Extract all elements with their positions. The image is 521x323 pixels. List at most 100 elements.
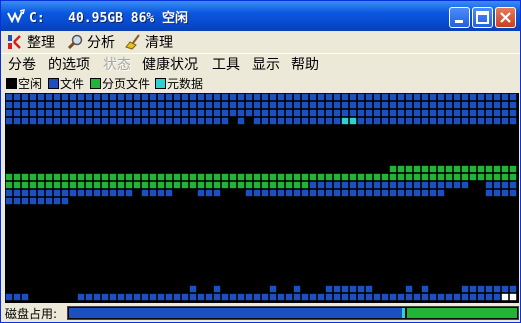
cluster-block — [429, 101, 437, 109]
defrag-button[interactable]: 整理 — [7, 32, 55, 52]
close-button[interactable] — [495, 7, 516, 28]
cluster-block — [93, 293, 101, 301]
pagefile-block — [445, 173, 453, 181]
cluster-block — [197, 117, 205, 125]
cluster-block — [437, 189, 445, 197]
cluster-block — [341, 189, 349, 197]
title-bar[interactable]: C: 40.95GB 86% 空闲 — [1, 1, 520, 31]
cluster-block — [61, 197, 69, 205]
cluster-block — [189, 117, 197, 125]
pagefile-block — [365, 173, 373, 181]
menu-tools[interactable]: 工具 — [212, 54, 240, 74]
menu-health[interactable]: 健康状况 — [142, 54, 198, 74]
pagefile-block — [413, 165, 421, 173]
pagefile-block — [173, 181, 181, 189]
pagefile-block — [381, 173, 389, 181]
cluster-block — [325, 285, 333, 293]
cluster-block — [421, 285, 429, 293]
cluster-block — [461, 93, 469, 101]
cluster-block — [445, 101, 453, 109]
cluster-block — [413, 181, 421, 189]
cluster-block — [157, 189, 165, 197]
pagefile-swatch — [90, 78, 101, 89]
cluster-block — [269, 93, 277, 101]
cluster-block — [85, 117, 93, 125]
clean-button[interactable]: 清理 — [125, 32, 173, 52]
cluster-block — [389, 93, 397, 101]
toolbar: 整理 分析 清理 — [1, 31, 520, 53]
cluster-block — [53, 109, 61, 117]
cluster-block — [365, 285, 373, 293]
cluster-block — [501, 109, 509, 117]
cluster-block — [69, 117, 77, 125]
cluster-block — [405, 93, 413, 101]
cluster-block — [429, 189, 437, 197]
cluster-block — [221, 93, 229, 101]
cluster-block — [333, 117, 341, 125]
cluster-block — [365, 293, 373, 301]
menu-options[interactable]: 的选项 — [48, 54, 90, 74]
cluster-block — [429, 293, 437, 301]
menu-help[interactable]: 帮助 — [291, 54, 319, 74]
cluster-block — [13, 101, 21, 109]
cluster-block — [405, 181, 413, 189]
cluster-block — [181, 109, 189, 117]
pagefile-block — [29, 173, 37, 181]
cluster-block — [213, 293, 221, 301]
cluster-block — [21, 101, 29, 109]
pagefile-block — [229, 173, 237, 181]
pagefile-block — [61, 181, 69, 189]
cluster-block — [437, 109, 445, 117]
cluster-block — [53, 93, 61, 101]
cluster-block — [397, 117, 405, 125]
cluster-block — [341, 109, 349, 117]
maximize-button[interactable] — [472, 7, 493, 28]
cluster-block — [29, 109, 37, 117]
minimize-button[interactable] — [449, 7, 470, 28]
cluster-block — [429, 117, 437, 125]
cluster-block — [269, 117, 277, 125]
pagefile-block — [389, 173, 397, 181]
metadata-swatch — [155, 78, 166, 89]
cluster-block — [77, 117, 85, 125]
cluster-block — [197, 93, 205, 101]
cluster-block — [77, 189, 85, 197]
cluster-block — [109, 117, 117, 125]
cluster-block — [77, 93, 85, 101]
defrag-label: 整理 — [27, 35, 55, 51]
minimize-icon — [455, 20, 463, 23]
cluster-block — [469, 293, 477, 301]
cluster-block — [477, 93, 485, 101]
free-block-highlight — [509, 293, 517, 301]
pagefile-block — [461, 173, 469, 181]
pagefile-block — [85, 181, 93, 189]
cluster-block — [101, 101, 109, 109]
cluster-block — [5, 117, 13, 125]
pagefile-block — [13, 173, 21, 181]
pagefile-block — [117, 181, 125, 189]
cluster-block — [85, 189, 93, 197]
pagefile-block — [237, 181, 245, 189]
disk-used-fill — [69, 308, 405, 318]
cluster-block — [309, 109, 317, 117]
cluster-block — [269, 293, 277, 301]
cluster-block — [21, 189, 29, 197]
menu-volume[interactable]: 分卷 — [8, 54, 36, 74]
pagefile-block — [413, 173, 421, 181]
cluster-block — [333, 285, 341, 293]
cluster-block — [477, 117, 485, 125]
pagefile-block — [493, 165, 501, 173]
cluster-block — [301, 93, 309, 101]
cluster-block — [13, 93, 21, 101]
cluster-block — [453, 101, 461, 109]
cluster-block — [173, 101, 181, 109]
cluster-block — [453, 93, 461, 101]
menu-view[interactable]: 显示 — [252, 54, 280, 74]
cluster-block — [413, 293, 421, 301]
cluster-block — [277, 117, 285, 125]
menu-status[interactable]: 状态 — [103, 54, 131, 74]
analyze-button[interactable]: 分析 — [67, 32, 115, 52]
cluster-block — [181, 93, 189, 101]
cluster-block — [157, 109, 165, 117]
cluster-block — [493, 101, 501, 109]
